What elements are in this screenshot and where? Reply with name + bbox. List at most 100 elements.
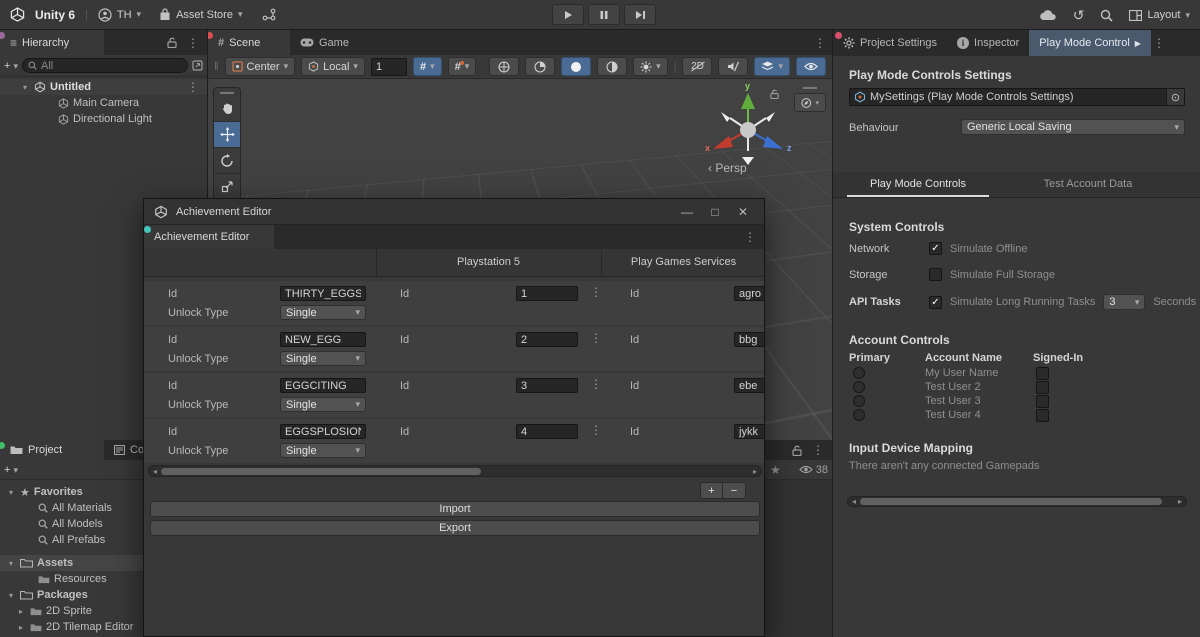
row-menu-icon[interactable]: ⋮ bbox=[590, 378, 602, 390]
tab-inspector[interactable]: i Inspector bbox=[947, 30, 1029, 56]
project-assets-row[interactable]: ▾ Assets bbox=[0, 555, 143, 571]
row-menu-icon[interactable]: ⋮ bbox=[590, 286, 602, 298]
ps5-id-field[interactable] bbox=[516, 332, 578, 347]
pgs-id-field[interactable] bbox=[734, 332, 765, 347]
axis-x-label[interactable]: x bbox=[705, 143, 710, 153]
achievement-id-field[interactable] bbox=[280, 378, 366, 393]
play-button[interactable] bbox=[552, 4, 584, 25]
scrollbar-thumb[interactable] bbox=[860, 498, 1162, 505]
scene-visibility-toggle[interactable] bbox=[796, 57, 826, 76]
favorites-star-icon[interactable]: ★ bbox=[770, 463, 781, 477]
task-duration-dropdown[interactable]: 3▾ bbox=[1103, 294, 1145, 310]
primary-radio[interactable] bbox=[853, 395, 865, 407]
unlock-type-dropdown[interactable]: Single▾ bbox=[280, 397, 366, 412]
tab-hierarchy[interactable]: ≡ Hierarchy bbox=[0, 30, 104, 55]
achievement-row[interactable]: Id Unlock Type Single▾ Id ⋮ Id bbox=[144, 281, 765, 325]
hierarchy-item-main-camera[interactable]: Main Camera bbox=[0, 95, 207, 111]
hierarchy-search-input[interactable]: All bbox=[22, 58, 188, 73]
audio-toggle[interactable] bbox=[718, 57, 748, 76]
asset-store-menu[interactable]: Asset Store▾ bbox=[159, 8, 242, 21]
step-button[interactable] bbox=[624, 4, 656, 25]
signed-in-checkbox[interactable] bbox=[1036, 409, 1049, 422]
panel-menu-icon[interactable]: ⋮ bbox=[812, 444, 824, 456]
achievement-row[interactable]: Id Unlock Type Single▾ Id ⋮ Id bbox=[144, 419, 765, 463]
signed-in-checkbox[interactable] bbox=[1036, 381, 1049, 394]
achievement-id-field[interactable] bbox=[280, 424, 366, 439]
achievement-row[interactable]: Id Unlock Type Single▾ Id ⋮ Id bbox=[144, 373, 765, 417]
effects-dropdown[interactable]: ▾ bbox=[754, 57, 790, 76]
account-menu[interactable]: TH▾ bbox=[98, 8, 141, 22]
move-tool-button[interactable] bbox=[214, 122, 240, 148]
simulate-long-tasks-checkbox[interactable] bbox=[929, 296, 942, 309]
panel-menu-icon[interactable]: ⋮ bbox=[1151, 37, 1171, 49]
primary-radio[interactable] bbox=[853, 367, 865, 379]
maximize-button[interactable]: □ bbox=[704, 205, 726, 219]
simulate-offline-checkbox[interactable] bbox=[929, 242, 942, 255]
tab-game[interactable]: Game bbox=[290, 30, 359, 55]
history-icon[interactable]: ↺ bbox=[1073, 7, 1085, 24]
axis-z-label[interactable]: z bbox=[787, 143, 792, 153]
grid-snap-toggle[interactable]: #▾ bbox=[413, 57, 442, 76]
signed-in-checkbox[interactable] bbox=[1036, 395, 1049, 408]
panel-menu-icon[interactable]: ⋮ bbox=[187, 37, 199, 49]
horizontal-scrollbar[interactable]: ◂ ▸ bbox=[847, 496, 1187, 507]
tool-orientation-dropdown[interactable]: Local▾ bbox=[301, 57, 365, 76]
search-icon[interactable] bbox=[1100, 9, 1113, 22]
behaviour-dropdown[interactable]: Generic Local Saving▾ bbox=[961, 119, 1185, 135]
hand-tool-button[interactable] bbox=[214, 96, 240, 122]
half-sphere-button[interactable] bbox=[597, 57, 627, 76]
ps5-id-field[interactable] bbox=[516, 424, 578, 439]
unlock-type-dropdown[interactable]: Single▾ bbox=[280, 351, 366, 366]
window-titlebar[interactable]: Achievement Editor — □ ✕ bbox=[144, 199, 764, 225]
ps5-id-field[interactable] bbox=[516, 378, 578, 393]
pgs-id-field[interactable] bbox=[734, 424, 765, 439]
achievement-id-field[interactable] bbox=[280, 286, 366, 301]
scroll-right-icon[interactable]: ▸ bbox=[749, 467, 761, 476]
pick-object-icon[interactable] bbox=[192, 60, 203, 71]
achievement-id-field[interactable] bbox=[280, 332, 366, 347]
row-menu-icon[interactable]: ⋮ bbox=[590, 332, 602, 344]
scrollbar-thumb[interactable] bbox=[161, 468, 481, 475]
ps5-id-field[interactable] bbox=[516, 286, 578, 301]
drag-handle-icon[interactable]: ▬▬ bbox=[214, 88, 240, 96]
tool-pivot-dropdown[interactable]: Center▾ bbox=[225, 57, 296, 76]
grid-size-field[interactable] bbox=[371, 58, 407, 76]
simulate-full-storage-checkbox[interactable] bbox=[929, 268, 942, 281]
primary-radio[interactable] bbox=[853, 381, 865, 393]
inner-tab-play-mode-controls[interactable]: Play Mode Controls bbox=[833, 172, 1003, 197]
render-mode-button[interactable] bbox=[489, 57, 519, 76]
achievement-row[interactable]: Id Unlock Type Single▾ Id ⋮ Id bbox=[144, 327, 765, 371]
minimize-button[interactable]: — bbox=[676, 205, 698, 219]
panel-menu-icon[interactable]: ⋮ bbox=[814, 37, 832, 49]
rotate-tool-button[interactable] bbox=[214, 148, 240, 174]
drag-handle-icon[interactable]: ‖ bbox=[214, 61, 219, 73]
drag-handle-icon[interactable]: ▬▬ bbox=[794, 83, 826, 91]
tab-play-mode-controls[interactable]: Play Mode Control ▶ bbox=[1029, 30, 1151, 56]
tab-project-settings[interactable]: Project Settings bbox=[833, 30, 947, 56]
pgs-id-field[interactable] bbox=[734, 378, 765, 393]
create-asset-button[interactable]: + ▾ bbox=[4, 464, 18, 476]
settings-object-field[interactable]: MySettings (Play Mode Controls Settings)… bbox=[849, 88, 1185, 106]
shaded-toggle[interactable] bbox=[561, 57, 591, 76]
increment-snap-dropdown[interactable]: #▾ bbox=[448, 57, 477, 76]
panel-menu-icon[interactable]: ⋮ bbox=[744, 231, 764, 243]
scroll-left-icon[interactable]: ◂ bbox=[848, 497, 860, 506]
remove-row-button[interactable]: − bbox=[723, 483, 745, 498]
pause-button[interactable] bbox=[588, 4, 620, 25]
hierarchy-item-directional-light[interactable]: Directional Light bbox=[0, 111, 207, 127]
primary-radio[interactable] bbox=[853, 409, 865, 421]
object-picker-icon[interactable]: ⊙ bbox=[1166, 89, 1184, 105]
unlock-type-dropdown[interactable]: Single▾ bbox=[280, 305, 366, 320]
pgs-id-field[interactable] bbox=[734, 286, 765, 301]
row-menu-icon[interactable]: ⋮ bbox=[590, 424, 602, 436]
export-button[interactable]: Export bbox=[150, 520, 760, 536]
camera-view-dropdown[interactable]: ▾ bbox=[794, 93, 826, 112]
axis-y-label[interactable]: y bbox=[745, 81, 750, 91]
scroll-right-icon[interactable]: ▸ bbox=[1174, 497, 1186, 506]
close-button[interactable]: ✕ bbox=[732, 205, 754, 219]
signed-in-checkbox[interactable] bbox=[1036, 367, 1049, 380]
create-object-button[interactable]: + ▾ bbox=[4, 60, 18, 72]
twod-toggle[interactable]: 2D bbox=[682, 57, 712, 76]
add-row-button[interactable]: + bbox=[701, 483, 723, 498]
tab-project[interactable]: Project bbox=[0, 440, 104, 460]
